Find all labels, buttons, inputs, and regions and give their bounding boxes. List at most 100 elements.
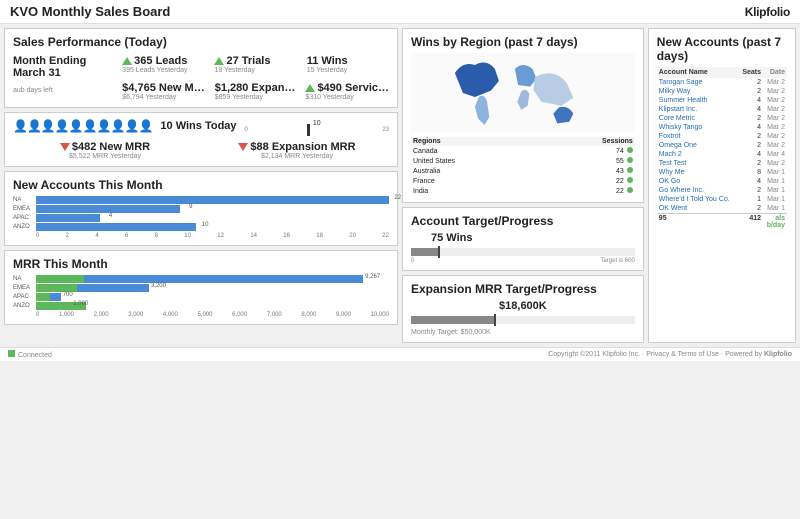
brand-logo: Klipfolio (745, 5, 790, 19)
account-row[interactable]: Summer Health4Mar 2 (657, 96, 787, 105)
total-seats: 412 (737, 215, 761, 229)
slider-max: 23 (382, 127, 389, 133)
account-row[interactable]: OK Went2Mar 1 (657, 204, 787, 213)
region-row[interactable]: Australia43 (411, 166, 635, 176)
footer-copyright: Copyright ©2011 Klipfolio Inc. · Privacy… (548, 351, 762, 358)
metric-sub: $6,794 Yesterday (122, 94, 205, 101)
status-dot-icon (627, 157, 633, 163)
wins-today-label: 10 Wins Today (160, 120, 236, 132)
expansion-target-card: Expansion MRR Target/Progress $18,600K M… (402, 275, 644, 343)
metric-sub: $310 Yesterday (305, 94, 389, 101)
account-row[interactable]: Core Metric2Mar 2 (657, 114, 787, 123)
bar-row: NA9,267 (13, 275, 389, 283)
account-target-card: Account Target/Progress 75 Wins 0Target … (402, 207, 644, 271)
regions-header: Regions (413, 138, 441, 145)
mrr-bar-chart: NA9,267EMEA3,200APAC700ANZO1,000 (13, 275, 389, 310)
regions-table: Regions Sessions Canada74United States55… (411, 137, 635, 196)
status-dot-icon (627, 187, 633, 193)
header: KVO Monthly Sales Board Klipfolio (0, 0, 800, 24)
account-row[interactable]: Where'd I Told You Co.1Mar 1 (657, 195, 787, 204)
account-row[interactable]: Whisky Tango4Mar 2 (657, 123, 787, 132)
new-accounts-chart-card: New Accounts This Month NA22EMEA9APAC4AN… (4, 171, 398, 246)
world-map (411, 53, 635, 133)
account-row[interactable]: Mach 24Mar 4 (657, 150, 787, 159)
new-accounts-bar-chart: NA22EMEA9APAC4ANZO10 (13, 196, 389, 231)
metric-value: $490 Servic… (317, 82, 389, 94)
account-row[interactable]: Tarogan Sage2Mar 2 (657, 78, 787, 87)
page-title: KVO Monthly Sales Board (10, 4, 170, 19)
card-title: Sales Performance (Today) (13, 35, 389, 49)
new-mrr-value: $482 New MRR (72, 141, 150, 153)
exp-mrr-value: $88 Expansion MRR (250, 141, 355, 153)
col-seats: Seats (737, 69, 761, 76)
dashboard-grid: Sales Performance (Today) Month Ending M… (0, 24, 800, 347)
footer: Connected Copyright ©2011 Klipfolio Inc.… (0, 347, 800, 361)
metric-sub: 395 Leads Yesterday (122, 67, 204, 74)
expansion-progress-bar (411, 316, 635, 324)
account-row[interactable]: Klipstart Inc.4Mar 2 (657, 105, 787, 114)
footer-legend: Connected (18, 352, 52, 359)
bar-row: NA22 (13, 196, 389, 204)
down-arrow-icon (60, 143, 70, 151)
account-target-value: 75 Wins (431, 232, 472, 244)
region-row[interactable]: Canada74 (411, 146, 635, 156)
expansion-target-value: $18,600K (499, 300, 547, 312)
wins-by-region-card: Wins by Region (past 7 days) Regions S (402, 28, 644, 203)
month-ending-label: Month Ending (13, 55, 112, 67)
account-row[interactable]: Omega One2Mar 2 (657, 141, 787, 150)
account-row[interactable]: Foxtrot2Mar 2 (657, 132, 787, 141)
wins-today-card: 👤👤👤👤👤👤👤👤👤👤 10 Wins Today 10 0 23 $482 Ne (4, 112, 398, 167)
footer-logo: Klipfolio (764, 351, 792, 358)
account-row[interactable]: Why Me8Mar 1 (657, 168, 787, 177)
account-row[interactable]: OK Go4Mar 1 (657, 177, 787, 186)
card-title: Account Target/Progress (411, 214, 635, 228)
region-row[interactable]: France22 (411, 176, 635, 186)
slider-thumb (307, 124, 310, 136)
metric-value: 27 Trials (226, 55, 270, 67)
account-progress-bar (411, 248, 635, 256)
world-map-icon (411, 53, 635, 133)
bar-row: EMEA9 (13, 205, 389, 213)
status-dot-icon (8, 350, 15, 357)
region-row[interactable]: United States55 (411, 156, 635, 166)
col-date: Date (761, 69, 785, 76)
up-arrow-icon (305, 84, 315, 92)
card-title: New Accounts (past 7 days) (657, 35, 787, 63)
region-row[interactable]: India22 (411, 186, 635, 196)
new-mrr-sub: $5,522 MRR Yesterday (69, 153, 141, 160)
metric-value: 11 Wins (307, 55, 348, 67)
accounts-table: Account Name Seats Date Tarogan Sage2Mar… (657, 67, 787, 230)
slider-min: 0 (245, 127, 248, 133)
expansion-target-note: Monthly Target: $50,000K (411, 329, 491, 336)
col-account: Account Name (659, 69, 737, 76)
metric-sub: $859 Yesterday (215, 94, 296, 101)
total-rows: 95 (659, 215, 737, 229)
bar-row: ANZO1,000 (13, 302, 389, 310)
status-dot-icon (627, 147, 633, 153)
account-target-note: Target is 600 (600, 258, 634, 264)
up-arrow-icon (122, 57, 132, 65)
bar-row: ANZO10 (13, 223, 389, 231)
card-title: Wins by Region (past 7 days) (411, 35, 635, 49)
mrr-chart-card: MRR This Month NA9,267EMEA3,200APAC700AN… (4, 250, 398, 325)
metric-sub: 15 Yesterday (307, 67, 389, 74)
card-title: Expansion MRR Target/Progress (411, 282, 635, 296)
account-row[interactable]: Go Where Inc.2Mar 1 (657, 186, 787, 195)
bar-row: EMEA3,200 (13, 284, 389, 292)
account-row[interactable]: Milky Way2Mar 2 (657, 87, 787, 96)
account-row[interactable]: Test Test2Mar 2 (657, 159, 787, 168)
sales-performance-card: Sales Performance (Today) Month Ending M… (4, 28, 398, 108)
status-dot-icon (627, 177, 633, 183)
exp-mrr-sub: $2,134 MRR Yesterday (261, 153, 333, 160)
bar-row: APAC4 (13, 214, 389, 222)
down-arrow-icon (238, 143, 248, 151)
month-ending-value: March 31 (13, 67, 112, 79)
days-left: aub days left (13, 87, 112, 94)
metric-value: $4,765 New M… (122, 82, 205, 94)
status-dot-icon (627, 167, 633, 173)
metric-sub: 18 Yesterday (214, 67, 296, 74)
sessions-header: Sessions (602, 138, 633, 145)
metric-value: $1,280 Expan… (215, 82, 296, 94)
new-accounts-list-card: New Accounts (past 7 days) Account Name … (648, 28, 796, 343)
people-icon: 👤👤👤👤👤👤👤👤👤👤 (13, 119, 152, 133)
